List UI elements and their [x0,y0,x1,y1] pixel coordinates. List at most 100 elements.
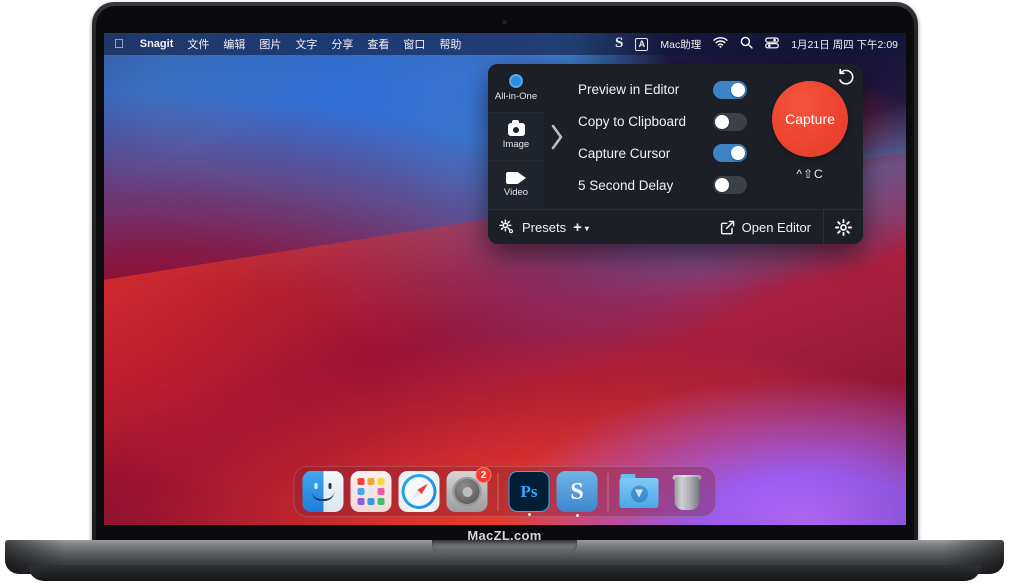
launchpad-cell [367,498,375,505]
launchpad-cell [367,478,375,485]
option-5-second-delay: 5 Second Delay [578,170,757,201]
menu-item-file[interactable]: 文件 [187,36,209,52]
finder-eye-left [314,483,318,489]
undo-icon[interactable] [837,68,855,86]
toggle-preview-in-editor[interactable] [713,80,747,99]
apple-logo-icon[interactable]:  [114,37,124,50]
radio-selected-icon [509,73,523,88]
mode-video[interactable]: Video [488,160,544,210]
panel-footer: Presets + ▾ Open Editor [488,209,863,244]
dock-item-snagit[interactable]: S [556,471,598,517]
option-copy-to-clipboard: Copy to Clipboard [578,106,757,137]
launchpad-cell [377,478,385,485]
search-icon[interactable] [740,36,753,52]
menu-item-view[interactable]: 查看 [367,36,389,52]
running-indicator [575,514,579,517]
dock-item-photoshop[interactable]: Ps [508,471,550,516]
chevron-down-icon: ▾ [584,223,589,233]
menu-bar-left:  Snagit 文件 编辑 图片 文字 分享 查看 窗口 帮助 [114,36,461,52]
wifi-icon[interactable] [713,37,728,51]
dock-item-downloads[interactable] [619,471,660,512]
menu-bar:  Snagit 文件 编辑 图片 文字 分享 查看 窗口 帮助 S A Mac… [104,33,906,55]
video-camera-icon [506,172,526,185]
capture-button[interactable]: Capture [772,81,848,157]
menu-item-image[interactable]: 图片 [259,36,281,52]
toggle-knob [715,178,729,193]
presets-label: Presets [522,219,567,235]
launchpad-cell [377,498,385,505]
dock-item-trash[interactable] [667,471,708,512]
finder-eye-right [328,483,332,489]
toggle-knob [715,114,729,129]
photoshop-wordmark: Ps [520,481,538,501]
add-preset-button[interactable]: + ▾ [573,219,589,236]
menu-item-edit[interactable]: 编辑 [223,36,245,52]
launchpad-cell [357,488,365,495]
mode-image[interactable]: Image [488,111,544,161]
laptop-base-bottom [28,565,981,581]
notification-badge: 2 [475,467,492,483]
option-capture-cursor: Capture Cursor [578,138,757,169]
clock-datetime[interactable]: 1月21日 周四 下午2:09 [791,37,898,52]
option-copy-to-clipboard-label: Copy to Clipboard [578,114,687,130]
presets-gear-icon [499,219,515,235]
chevron-right-icon[interactable] [544,64,570,209]
open-editor-label: Open Editor [741,219,811,235]
launchpad-cell [357,478,365,485]
toggle-5-second-delay[interactable] [713,176,747,195]
camera-icon [507,120,525,136]
panel-body: All-in-One Image Video Preview in Editor… [488,64,863,210]
facetime-camera-icon [502,20,507,25]
trash-can [674,477,700,510]
mode-all-in-one-label: All-in-One [494,90,538,102]
dock-item-finder[interactable] [302,471,344,512]
system-preferences-gear-icon [452,477,482,506]
mode-video-label: Video [503,187,529,199]
presets-button[interactable]: Presets + ▾ [488,219,589,236]
mode-image-label: Image [502,139,530,150]
download-arrow-icon [630,485,648,503]
menu-item-snagit[interactable]: Snagit [140,38,174,50]
control-center-icon[interactable] [765,36,780,52]
capture-shortcut-hint: ^⇧C [796,167,824,181]
capture-options-list: Preview in Editor Copy to Clipboard Capt… [570,64,757,209]
mac-assistant-status[interactable]: Mac助理 [660,37,701,52]
panel-footer-right: Open Editor [720,210,863,244]
open-editor-button[interactable]: Open Editor [720,220,823,235]
menu-item-window[interactable]: 窗口 [403,36,425,52]
option-5-second-delay-label: 5 Second Delay [578,177,674,193]
menu-bar-status-area: S A Mac助理 1月21日 周四 下午2:09 [615,35,898,52]
menu-item-help[interactable]: 帮助 [439,36,461,52]
option-preview-in-editor: Preview in Editor [578,74,757,105]
capture-column: Capture ^⇧C [757,64,863,209]
screenshot-stage:  Snagit 文件 编辑 图片 文字 分享 查看 窗口 帮助 S A Mac… [0,0,1009,586]
capture-button-label: Capture [785,111,835,127]
snagit-capture-panel: All-in-One Image Video Preview in Editor… [488,64,863,244]
snagit-status-icon[interactable]: S [615,35,623,51]
dock: 2 Ps S [293,466,717,517]
toggle-knob [731,82,745,97]
menu-item-text[interactable]: 文字 [295,36,317,52]
screen:  Snagit 文件 编辑 图片 文字 分享 查看 窗口 帮助 S A Mac… [104,33,906,525]
input-source-icon[interactable]: A [635,37,649,51]
panel-settings-button[interactable] [823,210,863,244]
snagit-wordmark: S [570,478,584,505]
toggle-copy-to-clipboard[interactable] [713,112,747,131]
toggle-capture-cursor[interactable] [713,144,747,163]
gear-icon [835,218,852,236]
mode-all-in-one[interactable]: All-in-One [488,64,544,112]
dock-item-launchpad[interactable] [350,471,392,512]
dock-separator [497,472,499,511]
laptop-lip-notch [432,540,577,556]
option-capture-cursor-label: Capture Cursor [578,145,671,161]
dock-item-system-preferences[interactable]: 2 [446,467,492,512]
dock-item-safari[interactable] [398,471,440,512]
menu-item-share[interactable]: 分享 [331,36,353,52]
dock-separator [607,472,609,511]
option-preview-in-editor-label: Preview in Editor [578,82,680,98]
add-preset-plus: + [573,218,582,236]
open-external-icon [720,220,735,235]
launchpad-cell [377,488,385,495]
capture-mode-rail: All-in-One Image Video [488,64,544,210]
launchpad-cell [367,488,375,495]
